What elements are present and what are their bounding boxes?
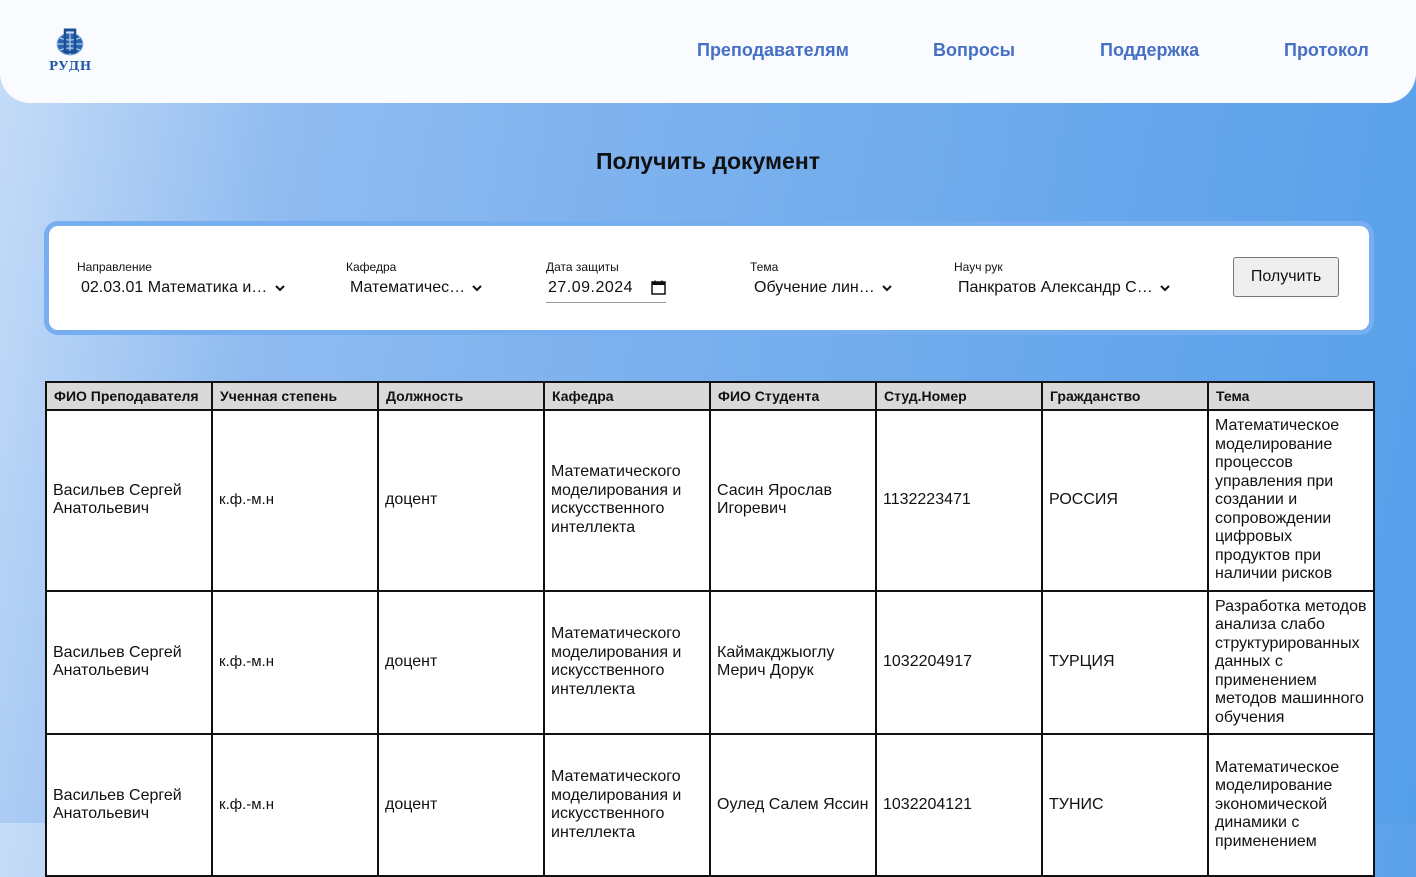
cell-teacher-name: Васильев Сергей Анатольевич	[45, 409, 213, 592]
nav-link-support[interactable]: Поддержка	[1100, 40, 1199, 61]
page-title: Получить документ	[595, 148, 820, 174]
cell-department: Математического моделирования и искусств…	[543, 409, 711, 592]
nav-link-questions[interactable]: Вопросы	[933, 40, 1015, 61]
column-header-department: Кафедра	[543, 381, 711, 411]
cell-department: Математического моделирования и искусств…	[543, 589, 711, 735]
chevron-down-icon	[882, 284, 892, 292]
top-header: РУДН Преподавателям Вопросы Поддержка Пр…	[0, 0, 1416, 103]
column-header-citizenship: Гражданство	[1041, 381, 1209, 411]
rudn-logo[interactable]: РУДН	[48, 28, 92, 76]
cell-department: Математического моделирования и искусств…	[543, 733, 711, 877]
column-header-student-number: Студ.Номер	[875, 381, 1043, 411]
direction-field: Направление 02.03.01 Математика и компью…	[77, 260, 285, 296]
department-label: Кафедра	[346, 260, 397, 274]
cell-student-name: Каймакджыоглу Мерич Дорук	[709, 589, 877, 735]
topic-label: Тема	[750, 260, 779, 274]
chevron-down-icon	[275, 284, 285, 292]
table-row: Васильев Сергей Анатольевич к.ф.-м.н доц…	[45, 409, 1375, 592]
cell-position: доцент	[377, 589, 545, 735]
department-select[interactable]: Математического моделирования	[350, 275, 482, 301]
nav-link-protocol[interactable]: Протокол	[1284, 40, 1369, 61]
cell-position: доцент	[377, 733, 545, 877]
column-header-student-name: ФИО Студента	[709, 381, 877, 411]
results-table: ФИО Преподавателя Ученная степень Должно…	[45, 381, 1375, 877]
defense-date-input[interactable]: 27.09.2024	[546, 274, 666, 303]
direction-select-value: 02.03.01 Математика и компьютерные науки	[81, 279, 269, 296]
cell-student-number: 1032204917	[875, 589, 1043, 735]
cell-topic: Разработка методов анализа слабо структу…	[1207, 589, 1375, 735]
cell-degree: к.ф.-м.н	[211, 733, 379, 877]
cell-degree: к.ф.-м.н	[211, 589, 379, 735]
department-select-value: Математического моделирования	[350, 279, 466, 296]
cell-citizenship: ТУНИС	[1041, 733, 1209, 877]
cell-student-number: 1132223471	[875, 409, 1043, 592]
get-document-button[interactable]: Получить	[1233, 257, 1339, 297]
cell-teacher-name: Васильев Сергей Анатольевич	[45, 589, 213, 735]
column-header-teacher-name: ФИО Преподавателя	[45, 381, 213, 411]
topic-field: Тема Обучение линейных моделей	[750, 260, 892, 296]
cell-citizenship: ТУРЦИЯ	[1041, 589, 1209, 735]
cell-student-name: Сасин Ярослав Игоревич	[709, 409, 877, 592]
cell-student-number: 1032204121	[875, 733, 1043, 877]
department-field: Кафедра Математического моделирования	[346, 260, 482, 296]
column-header-topic: Тема	[1207, 381, 1375, 411]
supervisor-label: Науч рук	[954, 260, 1003, 274]
defense-date-field: Дата защиты 27.09.2024	[546, 260, 670, 303]
supervisor-field: Науч рук Панкратов Александр Сергеевич	[954, 260, 1170, 296]
column-header-position: Должность	[377, 381, 545, 411]
filter-panel: Направление 02.03.01 Математика и компью…	[44, 221, 1374, 335]
defense-date-label: Дата защиты	[546, 260, 619, 274]
table-header-row: ФИО Преподавателя Ученная степень Должно…	[45, 381, 1375, 411]
supervisor-select-value: Панкратов Александр Сергеевич	[958, 279, 1154, 296]
cell-topic: Математическое моделирование экономическ…	[1207, 733, 1375, 877]
cell-position: доцент	[377, 409, 545, 592]
topic-select[interactable]: Обучение линейных моделей	[754, 275, 892, 301]
chevron-down-icon	[472, 284, 482, 292]
table-row: Васильев Сергей Анатольевич к.ф.-м.н доц…	[45, 733, 1375, 877]
calendar-icon[interactable]	[651, 280, 666, 300]
defense-date-value: 27.09.2024	[548, 279, 634, 296]
topic-select-value: Обучение линейных моделей	[754, 279, 876, 296]
direction-label: Направление	[77, 260, 152, 274]
direction-select[interactable]: 02.03.01 Математика и компьютерные науки	[81, 275, 285, 301]
nav-link-teachers[interactable]: Преподавателям	[697, 40, 849, 61]
column-header-degree: Ученная степень	[211, 381, 379, 411]
supervisor-select[interactable]: Панкратов Александр Сергеевич	[958, 275, 1170, 301]
globe-emblem-icon	[56, 28, 84, 56]
cell-student-name: Оулед Салем Яссин	[709, 733, 877, 877]
chevron-down-icon	[1160, 284, 1170, 292]
table-row: Васильев Сергей Анатольевич к.ф.-м.н доц…	[45, 589, 1375, 735]
logo-text: РУДН	[49, 59, 92, 73]
cell-teacher-name: Васильев Сергей Анатольевич	[45, 733, 213, 877]
cell-citizenship: РОССИЯ	[1041, 409, 1209, 592]
cell-degree: к.ф.-м.н	[211, 409, 379, 592]
cell-topic: Математическое моделирование процессов у…	[1207, 409, 1375, 592]
